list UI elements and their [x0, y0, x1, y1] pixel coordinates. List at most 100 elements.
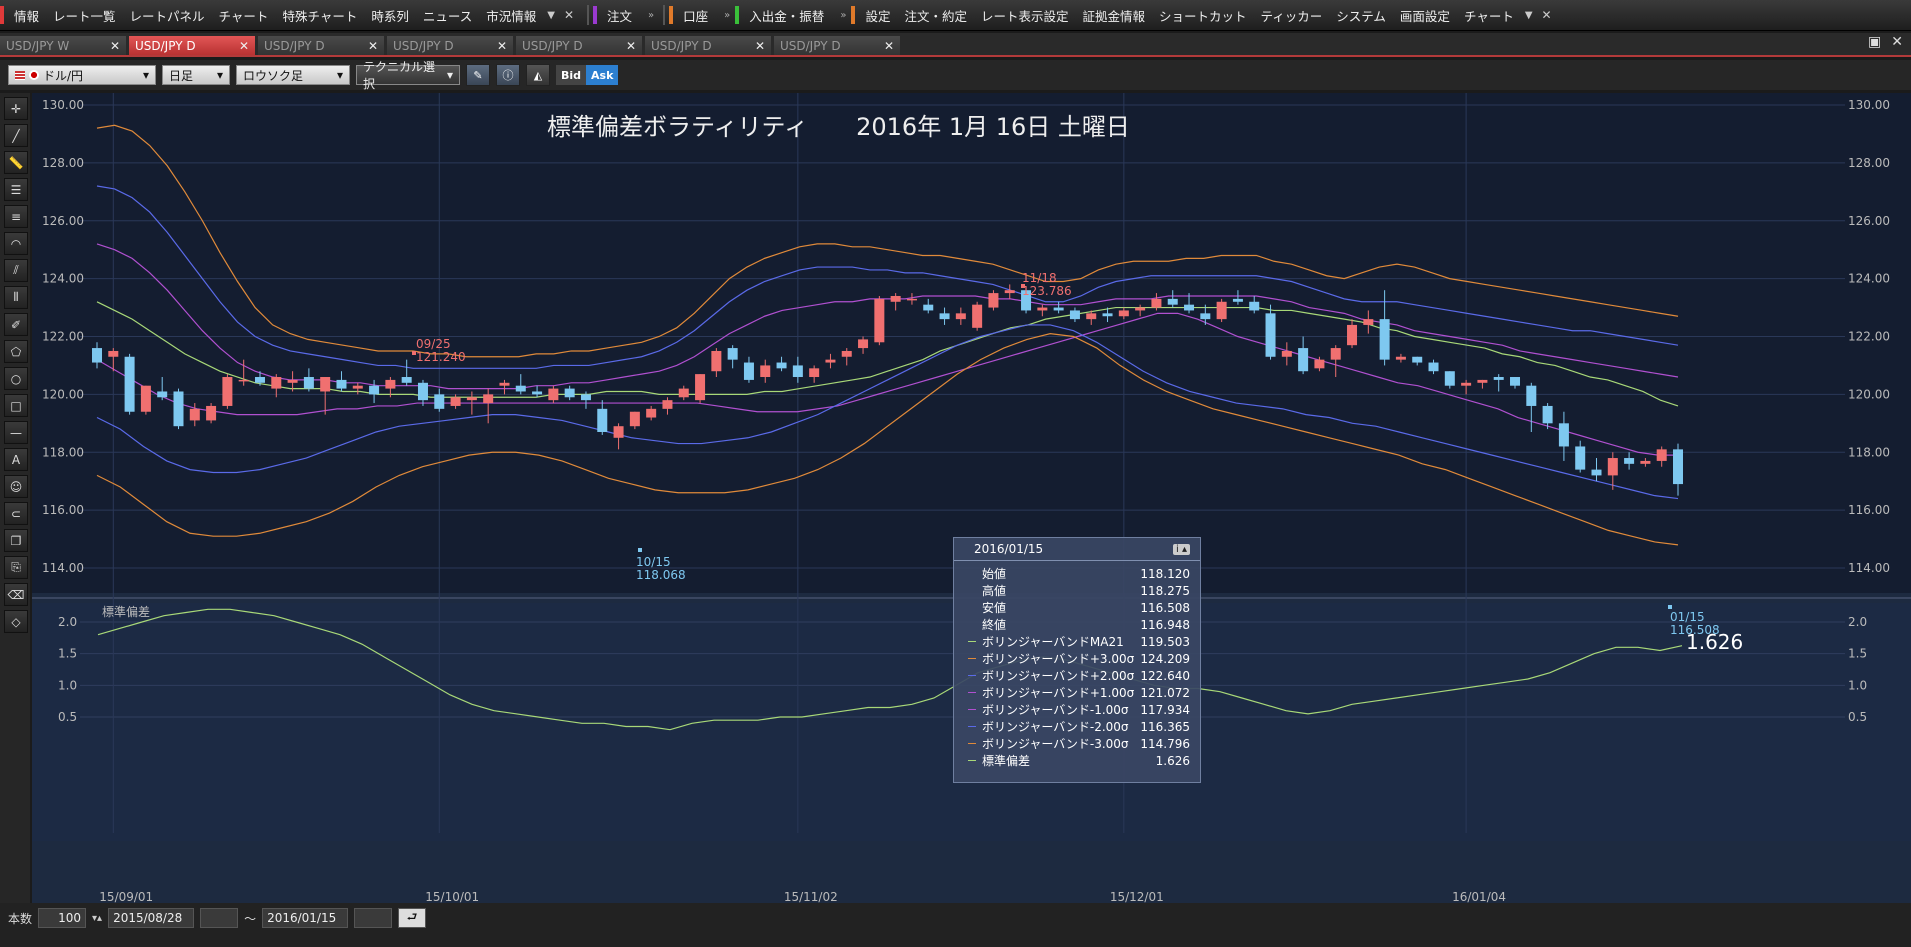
hlines-icon[interactable]: ☰	[4, 178, 28, 201]
tab-5[interactable]: USD/JPY D ✕	[645, 36, 771, 55]
rect-icon[interactable]: □	[4, 394, 28, 417]
candle-body	[1363, 319, 1374, 325]
sub-pane-label: 標準偏差	[102, 604, 150, 619]
circle-icon[interactable]: ○	[4, 367, 28, 390]
candle-body	[1558, 423, 1569, 447]
candle-body	[1607, 458, 1618, 476]
pen-icon[interactable]: ✐	[4, 313, 28, 336]
count-input[interactable]: 100	[38, 908, 87, 928]
maximize-icon[interactable]: ▣	[1868, 34, 1881, 50]
menu-item-deposit-0[interactable]: 入出金・振替	[742, 6, 831, 25]
menu-item-main-4[interactable]: 特殊チャート	[275, 6, 364, 25]
count-stepper-icon[interactable]: ▾▴	[92, 913, 102, 924]
candle-body	[1444, 371, 1455, 386]
menu-item-main-5[interactable]: 時系列	[364, 6, 416, 25]
text-icon[interactable]: A	[4, 448, 28, 471]
menu-item-settings-4[interactable]: ショートカット	[1152, 6, 1254, 25]
line-icon[interactable]: ╱	[4, 124, 28, 147]
menu-item-main-1[interactable]: レート一覧	[46, 6, 123, 25]
candle-body	[515, 385, 526, 392]
pentagon-icon[interactable]: ⬠	[4, 340, 28, 363]
currency-pair-select[interactable]: ドル/円 ▾	[8, 65, 156, 85]
ask-button[interactable]: Ask	[586, 65, 619, 85]
menu-item-main-3[interactable]: チャート	[212, 6, 276, 25]
candle-body	[874, 298, 885, 343]
menu-item-settings-6[interactable]: システム	[1329, 6, 1393, 25]
ruler-icon[interactable]: 📏	[4, 151, 28, 174]
dropdown-arrow-icon[interactable]: ▼	[543, 10, 559, 21]
chart-type-select[interactable]: ロウソク足 ▾	[236, 65, 350, 85]
hlines2-icon[interactable]: ≡	[4, 205, 28, 228]
info-button[interactable]: ⓘ	[496, 64, 520, 86]
magnet-icon[interactable]: ⊂	[4, 502, 28, 525]
x-tick-label: 16/01/04	[1452, 890, 1506, 903]
reset-button[interactable]: ⮐	[398, 908, 427, 928]
from-date-input[interactable]: 2015/08/28	[108, 908, 195, 928]
paste-icon[interactable]: ⎘	[4, 556, 28, 579]
tab-3[interactable]: USD/JPY D ✕	[387, 36, 513, 55]
tooltip-collapse-icon[interactable]: i ▴	[1173, 543, 1190, 555]
series-swatch	[968, 573, 976, 574]
close-icon[interactable]: ✕	[884, 39, 894, 53]
menu-item-order-0[interactable]: 注文	[600, 6, 639, 25]
menu-item-settings-5[interactable]: ティッカー	[1254, 6, 1330, 25]
close-icon[interactable]: ✕	[1891, 34, 1903, 50]
tab-2[interactable]: USD/JPY D ✕	[258, 36, 384, 55]
technical-select[interactable]: テクニカル選択 ▾	[356, 60, 460, 91]
area-chart-button[interactable]: ◭	[526, 64, 550, 86]
eraser2-icon[interactable]: ◇	[4, 610, 28, 633]
to-date-input[interactable]: 2016/01/15	[262, 908, 349, 928]
tab-0[interactable]: USD/JPY W ✕	[0, 36, 126, 55]
from-time-input[interactable]	[200, 908, 239, 928]
fan-icon[interactable]: ◠	[4, 232, 28, 255]
candle-body	[1281, 350, 1292, 357]
close-icon[interactable]: ✕	[755, 39, 765, 53]
menu-item-settings-3[interactable]: 証拠金情報	[1075, 6, 1152, 25]
candle-body	[1347, 324, 1358, 346]
eraser-icon[interactable]: ⌫	[4, 583, 28, 606]
tab-6[interactable]: USD/JPY D ✕	[774, 36, 900, 55]
candle-body	[1412, 356, 1423, 363]
close-icon[interactable]: ✕	[497, 39, 507, 53]
chevron-right-icon[interactable]: »	[643, 10, 659, 21]
menu-item-settings-2[interactable]: レート表示設定	[974, 6, 1076, 25]
menu-item-settings-8[interactable]: チャート	[1457, 6, 1521, 25]
period-select[interactable]: 日足 ▾	[162, 65, 230, 85]
bid-ask-toggle[interactable]: Bid Ask	[556, 65, 619, 85]
info-icon: ⓘ	[502, 69, 514, 82]
close-icon[interactable]: ✕	[626, 39, 636, 53]
close-icon[interactable]: ✕	[368, 39, 378, 53]
bid-button[interactable]: Bid	[556, 65, 587, 85]
copy-icon[interactable]: ❐	[4, 529, 28, 552]
menu-item-main-6[interactable]: ニュース	[416, 6, 479, 25]
close-icon[interactable]: ✕	[559, 8, 579, 22]
tab-1[interactable]: USD/JPY D ✕	[129, 36, 255, 55]
menu-item-main-2[interactable]: レートパネル	[123, 6, 212, 25]
icon-icon[interactable]: ☺	[4, 475, 28, 498]
chevron-right-icon[interactable]: »	[835, 10, 851, 21]
menu-item-main-0[interactable]: 情報	[7, 6, 46, 25]
color-marker	[851, 6, 856, 24]
candle-body	[646, 408, 657, 418]
settings-group: 設定 注文・約定 レート表示設定 証拠金情報 ショートカット ティッカー システム 画面設定チ…	[851, 6, 1556, 25]
menu-item-main-7[interactable]: 市況情報	[479, 6, 543, 25]
draw-pen-button[interactable]: ✎	[466, 64, 490, 86]
close-icon[interactable]: ✕	[239, 39, 249, 53]
menu-item-settings-1[interactable]: 注文・約定	[897, 6, 974, 25]
close-icon[interactable]: ✕	[1537, 8, 1557, 22]
menu-item-settings-7[interactable]: 画面設定	[1393, 6, 1457, 25]
candle-body	[434, 394, 445, 409]
to-time-input[interactable]	[354, 908, 393, 928]
hline-icon[interactable]: —	[4, 421, 28, 444]
crosshair-icon[interactable]: ✛	[4, 97, 28, 120]
chevron-right-icon[interactable]: »	[719, 10, 735, 21]
close-icon[interactable]: ✕	[110, 39, 120, 53]
tab-4[interactable]: USD/JPY D ✕	[516, 36, 642, 55]
jp-flag-icon	[29, 70, 39, 80]
chart-toolbar: ドル/円 ▾ 日足 ▾ ロウソク足 ▾ テクニカル選択 ▾ ✎ ⓘ ◭ Bid Ask	[0, 60, 1911, 91]
menu-item-account-0[interactable]: 口座	[676, 6, 715, 25]
vlines-icon[interactable]: ⦀	[4, 286, 28, 309]
menu-item-settings-0[interactable]: 設定	[858, 6, 897, 25]
channel-icon[interactable]: ⫽	[4, 259, 28, 282]
dropdown-arrow-icon[interactable]: ▼	[1521, 10, 1537, 21]
